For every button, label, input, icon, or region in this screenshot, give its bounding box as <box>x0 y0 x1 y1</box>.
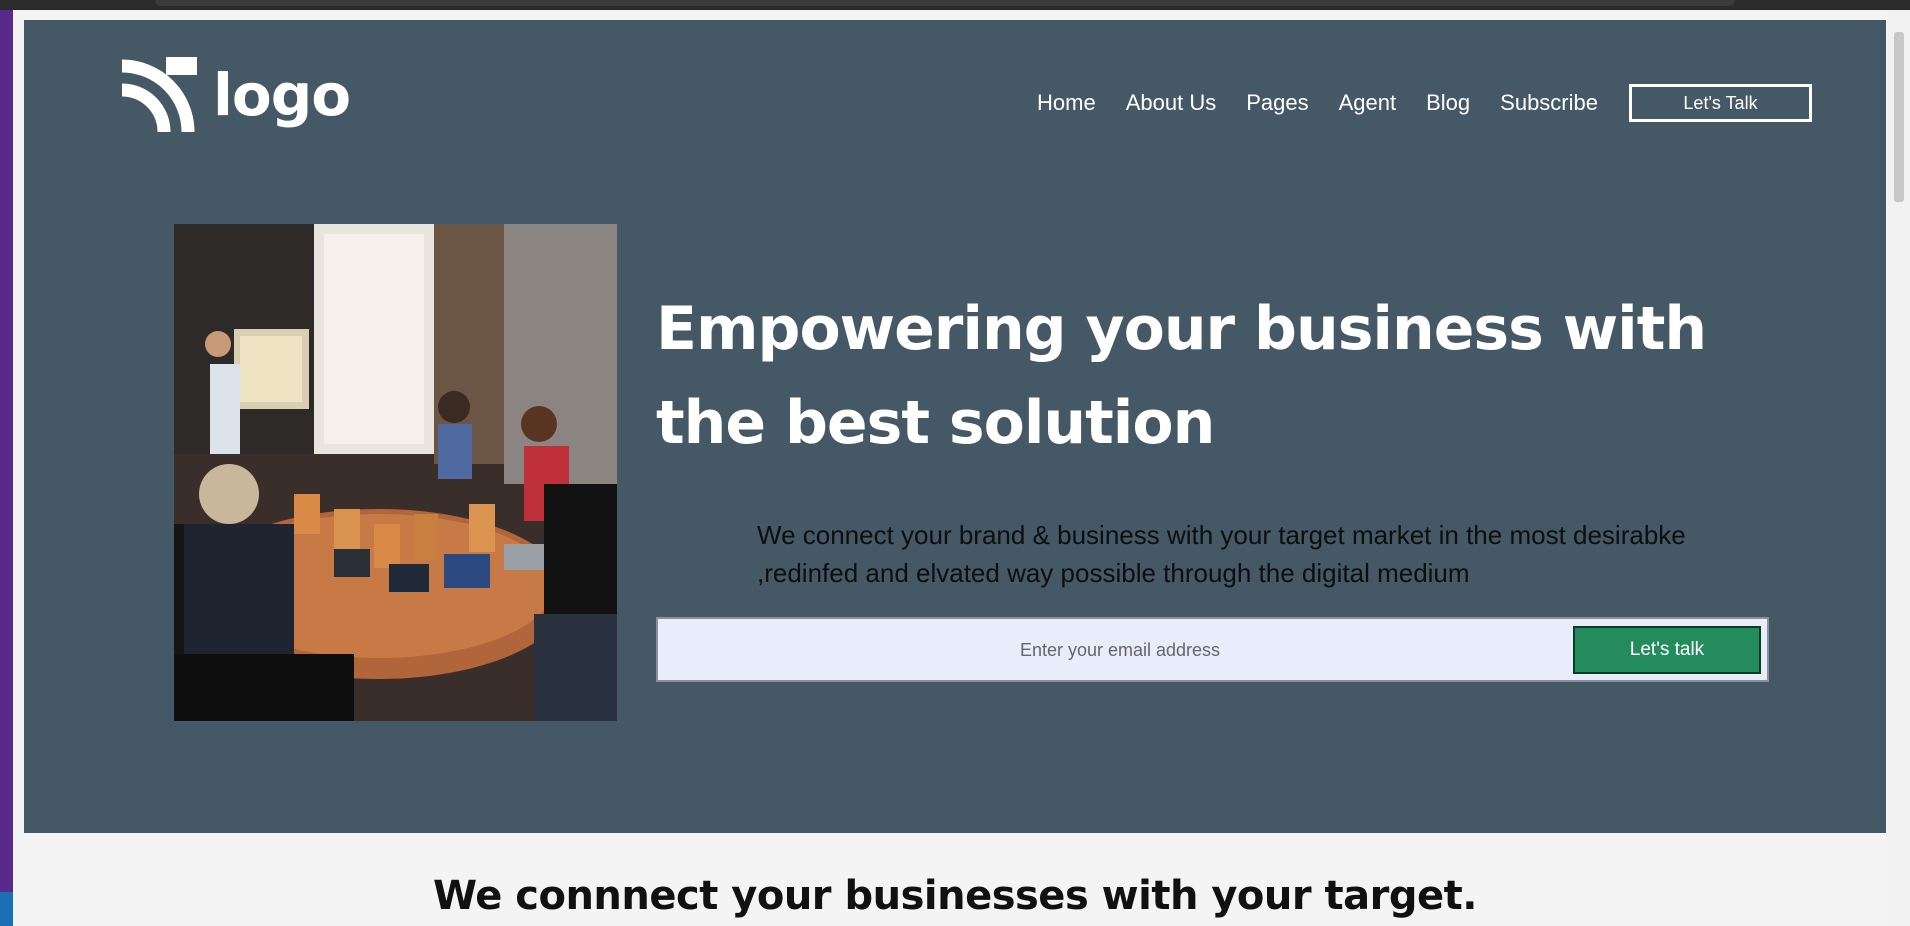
section-title: We connnect your businesses with your ta… <box>433 873 1477 919</box>
page-scrollbar[interactable] <box>1888 10 1910 926</box>
hero-subtext: We connect your brand & business with yo… <box>757 520 1686 588</box>
nav-pages[interactable]: Pages <box>1246 90 1308 116</box>
nav-about-us[interactable]: About Us <box>1126 90 1217 116</box>
email-input[interactable] <box>658 619 1582 682</box>
left-window-edge <box>0 0 13 926</box>
lets-talk-nav-button[interactable]: Let's Talk <box>1629 84 1812 122</box>
hero-headline: Empowering your business with the best s… <box>656 294 1707 458</box>
nav-agent[interactable]: Agent <box>1339 90 1397 116</box>
scrollbar-thumb[interactable] <box>1894 32 1904 202</box>
lets-talk-submit-button[interactable]: Let's talk <box>1573 626 1761 674</box>
site-logo[interactable]: logo <box>122 57 351 132</box>
nav-blog[interactable]: Blog <box>1426 90 1470 116</box>
meeting-photo <box>174 224 617 721</box>
main-nav: Home About Us Pages Agent Blog Subscribe… <box>1007 84 1812 122</box>
nav-subscribe[interactable]: Subscribe <box>1500 90 1598 116</box>
meeting-photo-illustration <box>174 224 617 721</box>
logo-icon <box>122 57 197 132</box>
browser-tab-strip <box>155 0 1735 6</box>
hero-section: logo Home About Us Pages Agent Blog Subs… <box>24 20 1886 833</box>
logo-text: logo <box>213 60 351 129</box>
nav-home[interactable]: Home <box>1037 90 1096 116</box>
email-signup-form: Let's talk <box>656 617 1769 682</box>
browser-top-bar <box>0 0 1910 10</box>
